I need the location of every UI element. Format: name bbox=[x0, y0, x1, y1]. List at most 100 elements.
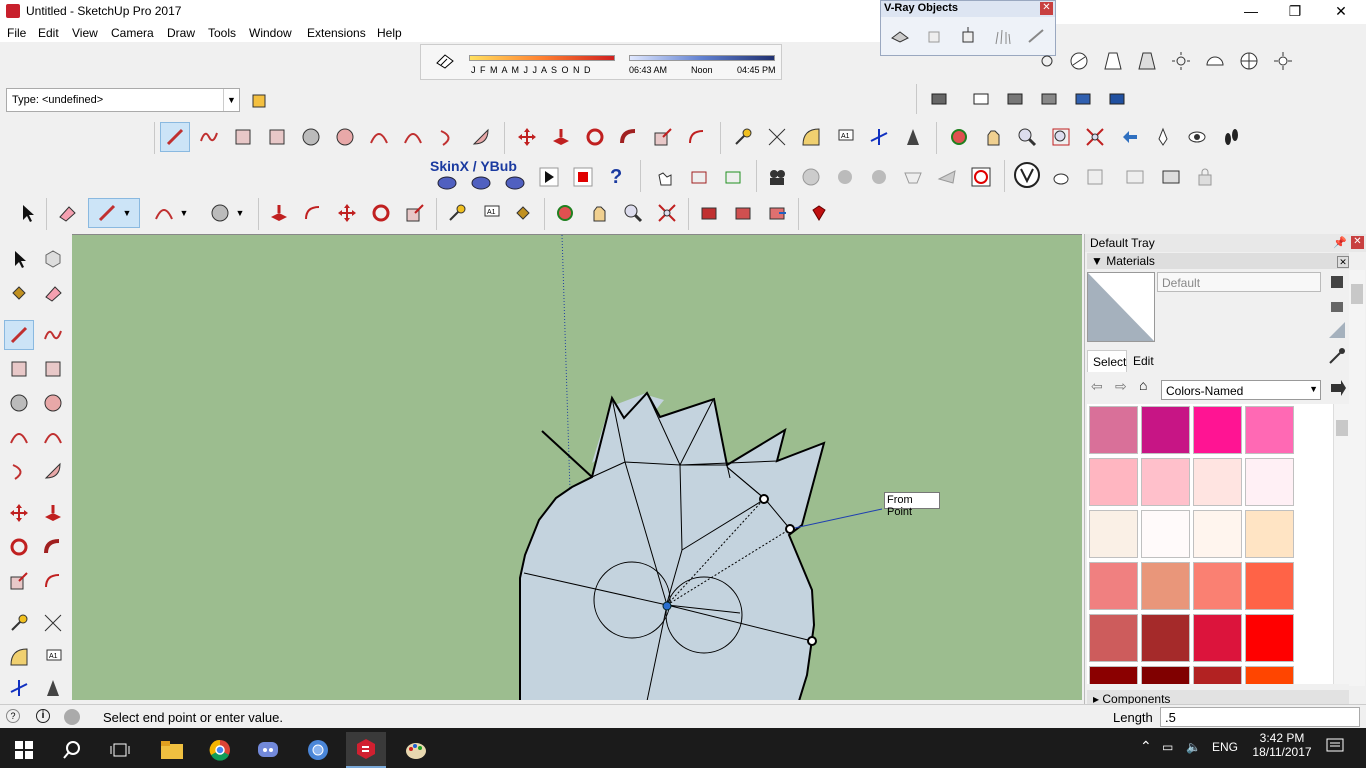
drawing-viewport[interactable] bbox=[72, 234, 1082, 700]
measurements-input[interactable]: .5 bbox=[1160, 707, 1360, 727]
menu-camera[interactable]: Camera bbox=[111, 26, 154, 40]
action-center-icon[interactable] bbox=[1326, 738, 1344, 754]
axes-tool-icon[interactable] bbox=[864, 122, 894, 152]
freehand-tool-icon-left[interactable] bbox=[38, 320, 68, 350]
offset-tool-icon[interactable] bbox=[682, 122, 712, 152]
vray-proxy-export-icon[interactable] bbox=[919, 21, 949, 51]
plugin-icon-g[interactable] bbox=[932, 162, 962, 192]
ruby-console-icon[interactable] bbox=[804, 198, 834, 228]
details-arrow-icon[interactable] bbox=[1325, 376, 1349, 400]
push-pull-icon-2[interactable] bbox=[264, 198, 294, 228]
windows-start-icon[interactable] bbox=[4, 732, 44, 768]
component-icon-6[interactable] bbox=[1102, 84, 1132, 114]
zoom-tool-icon-2[interactable] bbox=[618, 198, 648, 228]
three-point-arc-icon-left[interactable] bbox=[4, 456, 34, 486]
circle-tool-icon-left[interactable] bbox=[4, 388, 34, 418]
menu-help[interactable]: Help bbox=[377, 26, 402, 40]
type-selector[interactable]: Type: <undefined> ▼ bbox=[6, 88, 240, 112]
file-explorer-icon[interactable] bbox=[152, 732, 192, 768]
create-material-icon[interactable] bbox=[1325, 270, 1349, 294]
chevron-down-icon[interactable]: ▼ bbox=[223, 89, 239, 111]
zoom-extents-icon-2[interactable] bbox=[652, 198, 682, 228]
color-swatch[interactable] bbox=[1089, 406, 1138, 454]
geo-location-icon[interactable]: ? bbox=[6, 709, 20, 723]
color-swatch[interactable] bbox=[1193, 666, 1242, 684]
plugin-icon-f[interactable] bbox=[898, 162, 928, 192]
follow-me-icon-left[interactable] bbox=[38, 532, 68, 562]
menu-edit[interactable]: Edit bbox=[38, 26, 59, 40]
vray-logo-icon[interactable] bbox=[1012, 160, 1042, 190]
color-swatch[interactable] bbox=[1245, 458, 1294, 506]
circle-tool-dropdown[interactable]: ▼ bbox=[202, 198, 252, 228]
move-tool-icon-left[interactable] bbox=[4, 498, 34, 528]
vray-plane-icon[interactable] bbox=[885, 21, 915, 51]
shadow-toggle-icon[interactable] bbox=[435, 53, 455, 69]
walk-tool-icon[interactable] bbox=[1216, 122, 1246, 152]
text-tool-icon[interactable]: A1 bbox=[830, 122, 860, 152]
dimension-tool-icon[interactable] bbox=[762, 122, 792, 152]
tape-measure-icon-2[interactable] bbox=[442, 198, 472, 228]
tray-close-icon[interactable]: ✕ bbox=[1351, 236, 1364, 249]
forward-arrow-icon[interactable]: ⇨ bbox=[1115, 378, 1127, 395]
arc-tool-dropdown[interactable]: ▼ bbox=[146, 198, 196, 228]
menu-file[interactable]: File bbox=[7, 26, 26, 40]
classifier-icon[interactable] bbox=[244, 86, 274, 116]
back-arrow-icon[interactable]: ⇦ bbox=[1091, 378, 1103, 395]
color-swatch[interactable] bbox=[1141, 614, 1190, 662]
plugin-icon-d[interactable] bbox=[830, 162, 860, 192]
scale-tool-icon-left[interactable] bbox=[4, 566, 34, 596]
arc-tool-icon-left[interactable] bbox=[4, 422, 34, 452]
month-slider[interactable] bbox=[469, 55, 615, 61]
color-swatch[interactable] bbox=[1141, 406, 1190, 454]
menu-window[interactable]: Window bbox=[249, 26, 292, 40]
volume-icon[interactable]: 🔈 bbox=[1186, 740, 1201, 754]
line-tool-icon-left[interactable] bbox=[4, 320, 34, 350]
zoom-extents-icon[interactable] bbox=[1080, 122, 1110, 152]
color-swatch[interactable] bbox=[1193, 458, 1242, 506]
maximize-button[interactable]: ❐ bbox=[1272, 0, 1318, 24]
protractor-icon[interactable] bbox=[796, 122, 826, 152]
push-pull-icon[interactable] bbox=[546, 122, 576, 152]
freehand-tool-icon[interactable] bbox=[194, 122, 224, 152]
components-section-header[interactable]: ▸ Components bbox=[1087, 690, 1349, 706]
pan-tool-icon[interactable] bbox=[978, 122, 1008, 152]
color-swatch[interactable] bbox=[1141, 458, 1190, 506]
menu-draw[interactable]: Draw bbox=[167, 26, 195, 40]
frame-buffer-icon[interactable] bbox=[1120, 162, 1150, 192]
color-swatch[interactable] bbox=[1245, 510, 1294, 558]
offset-tool-icon-left[interactable] bbox=[38, 566, 68, 596]
color-swatch[interactable] bbox=[1193, 562, 1242, 610]
component-icon-2[interactable] bbox=[966, 84, 996, 114]
color-swatch[interactable] bbox=[1245, 666, 1294, 684]
make-component-icon[interactable] bbox=[38, 244, 68, 274]
rotate-tool-icon[interactable] bbox=[580, 122, 610, 152]
pie-tool-icon-left[interactable] bbox=[38, 456, 68, 486]
color-swatch[interactable] bbox=[1089, 458, 1138, 506]
tape-measure-icon-left[interactable] bbox=[4, 608, 34, 638]
skinx-icon-3[interactable] bbox=[500, 166, 530, 196]
time-slider[interactable] bbox=[629, 55, 775, 61]
close-button[interactable]: ✕ bbox=[1318, 0, 1364, 24]
vray-fur-icon[interactable] bbox=[987, 21, 1017, 51]
network-icon[interactable]: ▭ bbox=[1162, 740, 1173, 754]
offset-tool-icon-2[interactable] bbox=[298, 198, 328, 228]
look-around-icon[interactable] bbox=[1182, 122, 1212, 152]
home-icon[interactable]: ⌂ bbox=[1139, 377, 1147, 393]
axes-tool-icon-left[interactable] bbox=[4, 676, 34, 700]
stop-icon[interactable] bbox=[568, 162, 598, 192]
move-tool-icon-2[interactable] bbox=[332, 198, 362, 228]
tray-scrollbar[interactable] bbox=[1349, 270, 1365, 686]
menu-view[interactable]: View bbox=[72, 26, 98, 40]
materials-section-header[interactable]: ▼ Materials bbox=[1087, 253, 1349, 269]
tape-measure-icon[interactable] bbox=[728, 122, 758, 152]
vray-dome-light-icon[interactable] bbox=[1200, 46, 1230, 76]
pie-tool-icon[interactable] bbox=[466, 122, 496, 152]
orbit-tool-icon[interactable] bbox=[944, 122, 974, 152]
vray-close-icon[interactable]: ✕ bbox=[1040, 2, 1053, 15]
swatch-scrollbar[interactable] bbox=[1333, 404, 1349, 684]
zoom-window-icon[interactable] bbox=[1046, 122, 1076, 152]
teapot-icon[interactable] bbox=[1046, 162, 1076, 192]
position-camera-icon[interactable] bbox=[1148, 122, 1178, 152]
polygon-tool-icon-left[interactable] bbox=[38, 388, 68, 418]
component-icon-3[interactable] bbox=[1000, 84, 1030, 114]
